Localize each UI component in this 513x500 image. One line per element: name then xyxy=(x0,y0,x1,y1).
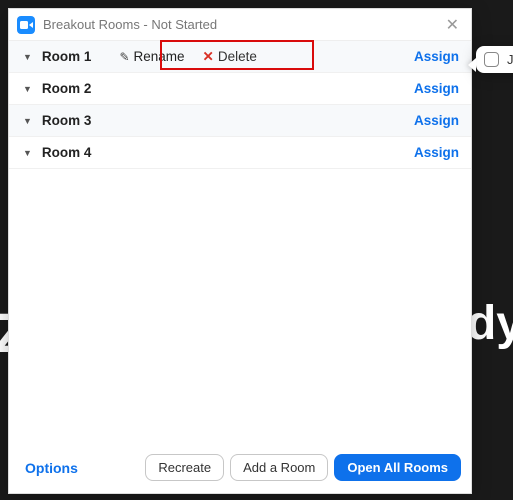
room-list: ▼ Room 1 ✎ Rename ✕ Delete Assign ▼ Room 2… xyxy=(9,41,471,169)
caret-down-icon[interactable]: ▼ xyxy=(23,84,32,94)
room-row[interactable]: ▼ Room 2 Assign xyxy=(9,73,471,105)
participant-checkbox[interactable] xyxy=(484,52,499,67)
pencil-icon: ✎ xyxy=(119,50,129,64)
background-fragment-right: dy xyxy=(467,300,513,348)
assign-link[interactable]: Assign xyxy=(414,49,459,64)
close-icon[interactable]: ✕ xyxy=(442,15,463,35)
assign-link[interactable]: Assign xyxy=(414,113,459,128)
room-name: Room 4 xyxy=(42,145,92,160)
recreate-button[interactable]: Recreate xyxy=(145,454,224,481)
participant-name: Judy xyxy=(507,52,513,67)
dialog-body xyxy=(9,169,471,446)
dialog-footer: Options Recreate Add a Room Open All Roo… xyxy=(9,446,471,493)
delete-label: Delete xyxy=(218,49,257,64)
room-row[interactable]: ▼ Room 1 ✎ Rename ✕ Delete Assign xyxy=(9,41,471,73)
room-row[interactable]: ▼ Room 3 Assign xyxy=(9,105,471,137)
room-name: Room 2 xyxy=(42,81,92,96)
room-name: Room 1 xyxy=(42,49,92,64)
delete-button[interactable]: ✕ Delete xyxy=(203,49,257,65)
assign-link[interactable]: Assign xyxy=(414,145,459,160)
room-row[interactable]: ▼ Room 4 Assign xyxy=(9,137,471,169)
titlebar: Breakout Rooms - Not Started ✕ xyxy=(9,9,471,41)
rename-label: Rename xyxy=(134,49,185,64)
room-actions: ✎ Rename ✕ Delete xyxy=(119,49,256,65)
caret-down-icon[interactable]: ▼ xyxy=(23,148,32,158)
assign-link[interactable]: Assign xyxy=(414,81,459,96)
breakout-rooms-dialog: Breakout Rooms - Not Started ✕ ▼ Room 1 … xyxy=(8,8,472,494)
options-link[interactable]: Options xyxy=(25,460,78,476)
open-all-rooms-button[interactable]: Open All Rooms xyxy=(334,454,461,481)
x-icon: ✕ xyxy=(203,49,214,64)
caret-down-icon[interactable]: ▼ xyxy=(23,52,32,62)
rename-button[interactable]: ✎ Rename xyxy=(119,49,184,64)
zoom-app-icon xyxy=(17,16,35,34)
add-room-button[interactable]: Add a Room xyxy=(230,454,328,481)
assign-popover: Judy xyxy=(476,46,513,73)
caret-down-icon[interactable]: ▼ xyxy=(23,116,32,126)
room-name: Room 3 xyxy=(42,113,92,128)
dialog-title: Breakout Rooms - Not Started xyxy=(43,17,442,32)
